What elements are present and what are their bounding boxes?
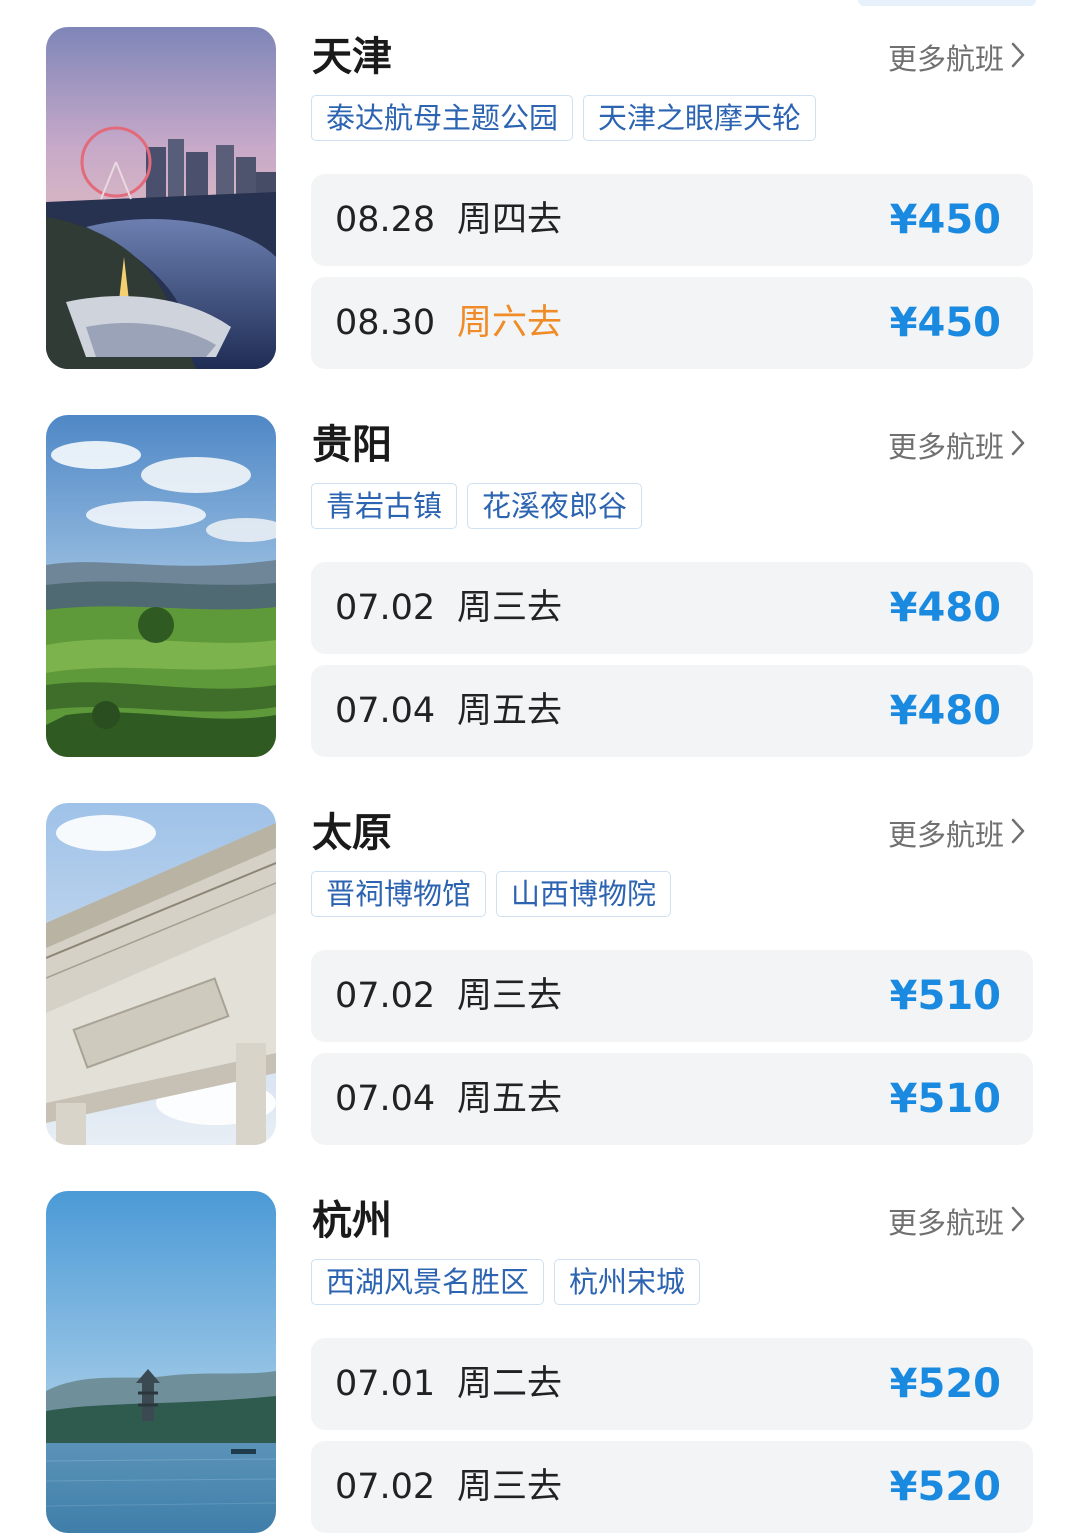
attraction-tag[interactable]: 山西博物院 [496,871,672,917]
flight-date: 07.04 [335,691,436,731]
flight-date: 07.01 [335,1364,436,1404]
flight-row[interactable]: 07.02 周三去 ¥480 [311,562,1033,654]
attraction-tag[interactable]: 天津之眼摩天轮 [583,95,817,141]
flight-price: ¥450 [889,197,1001,243]
attraction-tags: 泰达航母主题公园 天津之眼摩天轮 [311,95,817,141]
more-flights-link[interactable]: 更多航班 [888,429,1026,465]
more-flights-link[interactable]: 更多航班 [888,1205,1026,1241]
destination-card-guiyang[interactable]: 贵阳 更多航班 青岩古镇 花溪夜郎谷 07.02 周三去 ¥480 07.04 … [0,415,1080,760]
flight-price: ¥480 [889,688,1001,734]
flight-row[interactable]: 07.02 周三去 ¥520 [311,1441,1033,1533]
attraction-tags: 晋祠博物馆 山西博物院 [311,871,672,917]
chevron-right-icon [1010,429,1026,465]
flight-weekday: 周三去 [457,1467,563,1507]
more-flights-label: 更多航班 [887,818,1004,852]
more-flights-link[interactable]: 更多航班 [888,817,1026,853]
flight-row[interactable]: 07.04 周五去 ¥480 [311,665,1033,757]
flight-weekday: 周六去 [457,303,563,343]
flight-price: ¥480 [889,585,1001,631]
attraction-tag[interactable]: 晋祠博物馆 [311,871,487,917]
destination-card-hangzhou[interactable]: 杭州 更多航班 西湖风景名胜区 杭州宋城 07.01 周二去 ¥520 07.0… [0,1191,1080,1536]
attraction-tag[interactable]: 杭州宋城 [554,1259,701,1305]
flight-date: 07.02 [335,1467,436,1507]
attraction-tag[interactable]: 青岩古镇 [311,483,458,529]
city-name: 杭州 [312,1198,392,1244]
flight-row[interactable]: 07.04 周五去 ¥510 [311,1053,1033,1145]
attraction-tag[interactable]: 花溪夜郎谷 [467,483,643,529]
destination-image-guiyang[interactable] [46,415,276,757]
city-name: 天津 [312,34,392,80]
flight-row[interactable]: 07.02 周三去 ¥510 [311,950,1033,1042]
flight-weekday: 周四去 [457,200,563,240]
flight-weekday: 周二去 [457,1364,563,1404]
destination-image-hangzhou[interactable] [46,1191,276,1533]
more-flights-label: 更多航班 [887,42,1004,76]
top-tab-indicator [858,0,1036,6]
flight-weekday: 周五去 [457,691,563,731]
chevron-right-icon [1010,1205,1026,1241]
flight-price: ¥510 [889,1076,1001,1122]
flight-date: 07.02 [335,976,436,1016]
flight-weekday: 周三去 [457,588,563,628]
city-name: 太原 [312,810,392,856]
more-flights-link[interactable]: 更多航班 [888,41,1026,77]
flight-row[interactable]: 08.30 周六去 ¥450 [311,277,1033,369]
flight-weekday: 周五去 [457,1079,563,1119]
chevron-right-icon [1010,817,1026,853]
destination-image-taiyuan[interactable] [46,803,276,1145]
attraction-tag[interactable]: 西湖风景名胜区 [311,1259,545,1305]
destination-card-taiyuan[interactable]: 太原 更多航班 晋祠博物馆 山西博物院 07.02 周三去 ¥510 07.04… [0,803,1080,1148]
attraction-tag[interactable]: 泰达航母主题公园 [311,95,574,141]
flight-price: ¥520 [889,1361,1001,1407]
flight-price: ¥450 [889,300,1001,346]
attraction-tags: 青岩古镇 花溪夜郎谷 [311,483,643,529]
destination-card-tianjin[interactable]: 天津 更多航班 泰达航母主题公园 天津之眼摩天轮 08.28 周四去 ¥450 … [0,27,1080,372]
more-flights-label: 更多航班 [887,1206,1004,1240]
flight-price: ¥520 [889,1464,1001,1510]
more-flights-label: 更多航班 [887,430,1004,464]
flight-price: ¥510 [889,973,1001,1019]
chevron-right-icon [1010,41,1026,77]
flight-date: 08.28 [335,200,436,240]
flight-row[interactable]: 07.01 周二去 ¥520 [311,1338,1033,1430]
flight-date: 07.02 [335,588,436,628]
flight-row[interactable]: 08.28 周四去 ¥450 [311,174,1033,266]
flight-date: 07.04 [335,1079,436,1119]
flight-date: 08.30 [335,303,436,343]
city-name: 贵阳 [312,422,392,468]
flight-weekday: 周三去 [457,976,563,1016]
destination-image-tianjin[interactable] [46,27,276,369]
attraction-tags: 西湖风景名胜区 杭州宋城 [311,1259,701,1305]
